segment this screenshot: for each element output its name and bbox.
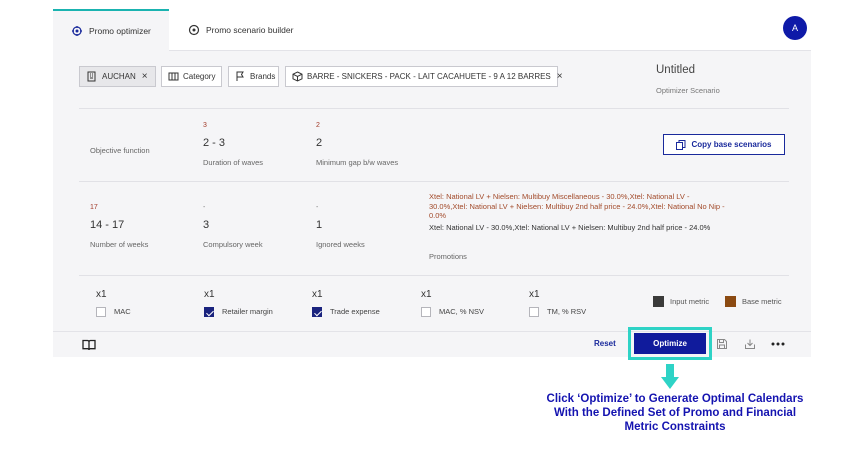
download-icon[interactable] bbox=[743, 337, 757, 351]
save-icon[interactable] bbox=[715, 337, 729, 351]
metric-multiplier-trade-expense[interactable]: x1 bbox=[312, 289, 323, 300]
trade-expense-checkbox[interactable] bbox=[312, 307, 322, 317]
weeks-value[interactable]: 14 - 17 bbox=[90, 219, 124, 231]
box-icon bbox=[292, 70, 303, 83]
copy-button-label: Copy base scenarios bbox=[691, 140, 772, 149]
down-arrow-icon bbox=[660, 364, 680, 395]
retailer-margin-label: Retailer margin bbox=[222, 307, 273, 316]
tm-rsv-checkbox[interactable] bbox=[529, 307, 539, 317]
mac-nsv-label: MAC, % NSV bbox=[439, 307, 485, 316]
gap-value[interactable]: 2 bbox=[316, 137, 322, 149]
scenario-subtitle: Optimizer Scenario bbox=[656, 86, 720, 95]
tab-promo-scenario-builder[interactable]: Promo scenario builder bbox=[188, 9, 318, 51]
compulsory-value[interactable]: 3 bbox=[203, 219, 209, 231]
ignored-label: Ignored weeks bbox=[316, 240, 365, 249]
tab-label: Promo optimizer bbox=[89, 26, 151, 36]
promotions-value[interactable]: Xtel: National LV - 30.0%,Xtel: National… bbox=[429, 222, 729, 233]
flag-icon bbox=[235, 71, 246, 83]
book-icon[interactable] bbox=[82, 338, 96, 351]
divider bbox=[79, 108, 789, 109]
gap-label: Minimum gap b/w waves bbox=[316, 158, 399, 167]
scenario-builder-icon bbox=[188, 24, 200, 36]
action-bar: Reset Optimize bbox=[53, 327, 811, 360]
metric-multiplier-retailer-margin[interactable]: x1 bbox=[204, 289, 215, 300]
copy-icon bbox=[676, 139, 686, 150]
input-metric-swatch bbox=[653, 296, 664, 307]
optimize-button[interactable]: Optimize bbox=[634, 333, 706, 354]
avatar[interactable]: A bbox=[783, 16, 807, 40]
compulsory-base-value: - bbox=[203, 204, 206, 211]
gap-base-value: 2 bbox=[316, 122, 320, 129]
filter-chip-label: AUCHAN bbox=[102, 72, 136, 81]
filter-chip-brands[interactable]: Brands bbox=[228, 66, 279, 87]
weeks-base-value: 17 bbox=[90, 204, 98, 211]
retailer-margin-checkbox[interactable] bbox=[204, 307, 214, 317]
annotation-callout: Click ‘Optimize’ to Generate Optimal Cal… bbox=[546, 393, 804, 433]
divider bbox=[79, 275, 789, 276]
filter-chip-label: BARRE - SNICKERS - PACK - LAIT CACAHUETE… bbox=[307, 72, 551, 81]
mac-label: MAC bbox=[114, 307, 131, 316]
mac-nsv-checkbox[interactable] bbox=[421, 307, 431, 317]
duration-value[interactable]: 2 - 3 bbox=[203, 137, 225, 149]
store-icon bbox=[86, 71, 98, 83]
input-metric-legend-label: Input metric bbox=[670, 297, 710, 306]
optimizer-icon bbox=[71, 25, 83, 37]
metric-multiplier-tm-rsv[interactable]: x1 bbox=[529, 289, 540, 300]
more-options-icon[interactable] bbox=[771, 337, 785, 351]
trade-expense-label: Trade expense bbox=[330, 307, 380, 316]
tm-rsv-label: TM, % RSV bbox=[547, 307, 587, 316]
objective-function-label: Objective function bbox=[90, 146, 150, 155]
ignored-value[interactable]: 1 bbox=[316, 219, 322, 231]
ignored-base-value: - bbox=[316, 204, 319, 211]
mac-checkbox[interactable] bbox=[96, 307, 106, 317]
optimize-highlight-frame: Optimize bbox=[628, 327, 712, 360]
promo-optimizer-app: Promo optimizer Promo scenario builder A… bbox=[53, 9, 811, 360]
compulsory-label: Compulsory week bbox=[203, 240, 263, 249]
base-metric-legend-label: Base metric bbox=[742, 297, 782, 306]
tab-promo-optimizer[interactable]: Promo optimizer bbox=[53, 9, 169, 51]
metric-multiplier-mac-nsv[interactable]: x1 bbox=[421, 289, 432, 300]
close-icon[interactable]: × bbox=[142, 71, 148, 82]
divider bbox=[79, 181, 789, 182]
tab-label: Promo scenario builder bbox=[206, 25, 294, 35]
filter-chip-label: Category bbox=[183, 72, 216, 81]
promotions-base-value: Xtel: National LV + Nielsen: Multibuy Mi… bbox=[429, 192, 725, 220]
weeks-label: Number of weeks bbox=[90, 240, 149, 249]
reset-button[interactable]: Reset bbox=[594, 339, 616, 348]
promotions-label: Promotions bbox=[429, 252, 467, 261]
duration-base-value: 3 bbox=[203, 122, 207, 129]
category-icon bbox=[168, 71, 179, 83]
copy-base-scenarios-button[interactable]: Copy base scenarios bbox=[663, 134, 785, 155]
base-metric-swatch bbox=[725, 296, 736, 307]
tab-bar: Promo optimizer Promo scenario builder A bbox=[53, 9, 811, 51]
duration-label: Duration of waves bbox=[203, 158, 264, 167]
scenario-title[interactable]: Untitled bbox=[656, 64, 695, 76]
filter-chip-retailer[interactable]: AUCHAN × bbox=[79, 66, 156, 87]
filter-chip-category[interactable]: Category bbox=[161, 66, 222, 87]
metric-multiplier-mac[interactable]: x1 bbox=[96, 289, 107, 300]
close-icon[interactable]: × bbox=[557, 71, 563, 82]
filter-chip-product[interactable]: BARRE - SNICKERS - PACK - LAIT CACAHUETE… bbox=[285, 66, 563, 87]
filter-chip-label: Brands bbox=[250, 72, 276, 81]
